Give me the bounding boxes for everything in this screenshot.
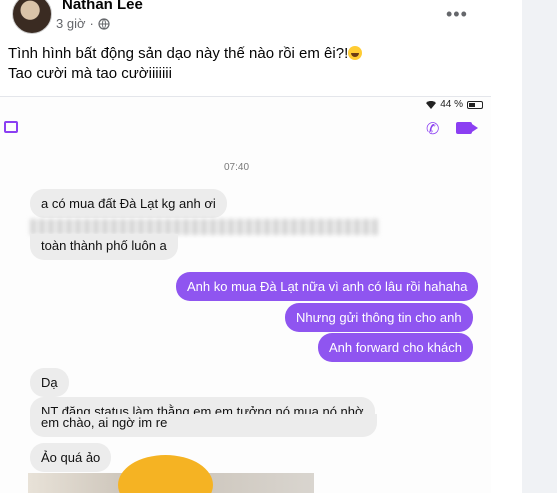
post-time[interactable]: 3 giờ — [56, 16, 86, 31]
battery-percent: 44 % — [440, 99, 463, 110]
caption-line-1: Tình hình bất động sản dạo này thế nào r… — [8, 45, 349, 62]
message-bubble: Anh forward cho khách — [318, 333, 473, 362]
chat-screenshot-image[interactable]: 44 % ✆ 07:40 a có mua đất Đà Lạt kg anh … — [0, 96, 491, 493]
phone-icon: ✆ — [426, 121, 440, 138]
wifi-icon — [426, 100, 437, 109]
redacted-text — [30, 219, 378, 235]
avatar[interactable] — [12, 0, 52, 34]
message-bubble: Dạ — [30, 368, 69, 397]
facebook-post: Nathan Lee 3 giờ · ••• Tình hình bất độn… — [0, 0, 557, 493]
message-bubble: Ảo quá ảo — [30, 443, 112, 472]
message-bubble: em chào, ai ngờ im re — [30, 414, 377, 437]
post-meta: 3 giờ · — [56, 16, 110, 31]
message-bubble: Anh ko mua Đà Lạt nữa vì anh có lâu rồi … — [176, 272, 479, 301]
globe-icon — [98, 17, 110, 30]
page-background — [522, 0, 557, 493]
message-bubble: a có mua đất Đà Lạt kg anh ơi — [30, 189, 227, 218]
author-name[interactable]: Nathan Lee — [62, 0, 143, 13]
chat-timestamp: 07:40 — [224, 162, 250, 173]
message-bubble: Nhưng gửi thông tin cho anh — [285, 303, 473, 332]
post-caption: Tình hình bất động sản dạo này thế nào r… — [8, 44, 363, 84]
laughing-emoji-icon — [348, 46, 363, 60]
dot-separator: · — [89, 16, 94, 31]
more-options-icon[interactable]: ••• — [446, 4, 468, 25]
battery-icon — [467, 100, 483, 109]
phone-status-bar: 44 % — [426, 99, 483, 110]
emoji-sticker — [118, 455, 213, 493]
message-bubble: toàn thành phố luôn a — [30, 234, 178, 260]
caption-line-2: Tao cười mà tao cườiiiiiii — [8, 65, 172, 82]
video-call-icon — [456, 122, 478, 134]
menu-icon — [4, 121, 18, 133]
chat-header: ✆ — [0, 111, 491, 143]
